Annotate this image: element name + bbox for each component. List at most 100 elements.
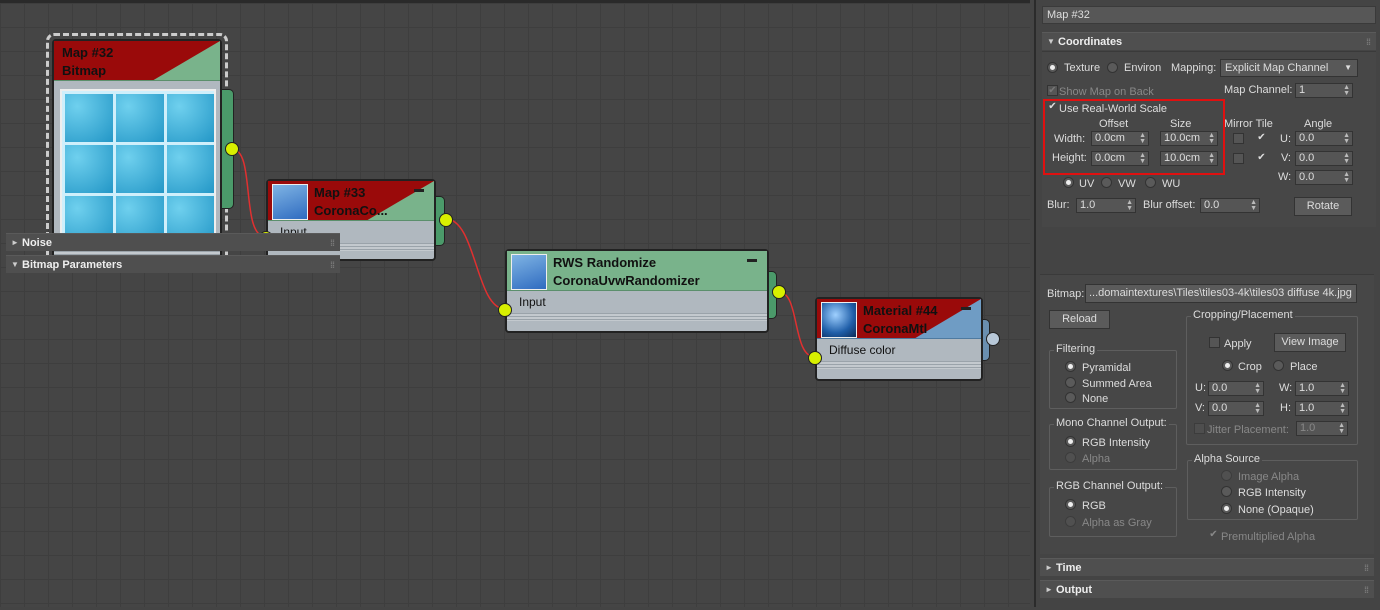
rollout-time[interactable]: ► Time ⁞⁞: [1040, 558, 1374, 576]
highlight-box: [1043, 99, 1225, 175]
node-subtitle: Bitmap: [62, 63, 107, 78]
pyramidal-radio[interactable]: [1065, 361, 1076, 372]
mono-rgb-intensity-radio[interactable]: [1065, 436, 1076, 447]
show-map-on-back-checkbox[interactable]: ✔: [1047, 85, 1058, 96]
crop-h-label: H:: [1280, 402, 1291, 414]
mapping-dropdown[interactable]: Explicit Map Channel ▼: [1220, 59, 1358, 77]
rotate-button[interactable]: Rotate: [1294, 197, 1352, 216]
angle-v-spinner[interactable]: 0.0 ▲ ▼: [1295, 151, 1353, 166]
reload-button[interactable]: Reload: [1049, 310, 1110, 329]
wire-map33-rws: [445, 218, 506, 310]
mat44-input-port[interactable]: [808, 351, 822, 365]
tile-u-checkbox[interactable]: ✔: [1256, 133, 1267, 144]
mirror-v-checkbox[interactable]: [1233, 153, 1244, 164]
wu-radio[interactable]: [1145, 177, 1156, 188]
jitter-placement-checkbox[interactable]: [1194, 423, 1205, 434]
premultiplied-alpha-checkbox[interactable]: ✔: [1208, 530, 1219, 541]
chevron-down-icon: ▼: [1344, 63, 1352, 72]
rws-input-port[interactable]: [498, 303, 512, 317]
texture-radio[interactable]: [1047, 62, 1058, 73]
node-subtitle: CoronaMtl: [863, 321, 928, 336]
input-slot: Diffuse color: [829, 343, 896, 357]
mirror-u-checkbox[interactable]: [1233, 133, 1244, 144]
apply-checkbox[interactable]: [1209, 337, 1220, 348]
rgb-radio[interactable]: [1065, 499, 1076, 510]
map-name-field[interactable]: Map #32: [1042, 6, 1376, 24]
image-alpha-radio[interactable]: [1221, 470, 1232, 481]
crop-v-label: V:: [1195, 402, 1205, 414]
collapse-arrow-icon: ▼: [1047, 37, 1055, 46]
crop-u-label: U:: [1195, 382, 1206, 394]
crop-u-spinner[interactable]: 0.0 ▲ ▼: [1208, 381, 1264, 396]
none-filter-label: None: [1082, 393, 1109, 405]
material-sphere-icon: [821, 302, 857, 338]
rgb-label: RGB: [1082, 500, 1106, 512]
alpha-as-gray-radio[interactable]: [1065, 516, 1076, 527]
map-channel-spinner[interactable]: 1 ▲ ▼: [1295, 83, 1353, 98]
jitter-spinner[interactable]: 1.0 ▲ ▼: [1296, 421, 1348, 436]
bitmap-label: Bitmap:: [1047, 288, 1085, 300]
rollout-bitmap-parameters[interactable]: ▼ Bitmap Parameters ⁞⁞: [6, 255, 340, 273]
group-label: Mono Channel Output:: [1054, 417, 1169, 429]
mat44-output-port[interactable]: [986, 332, 1000, 346]
collapse-icon[interactable]: [961, 307, 971, 310]
angle-header: Angle: [1304, 118, 1333, 130]
rollout-title: Output: [1056, 584, 1093, 596]
angle-w-spinner[interactable]: 0.0 ▲ ▼: [1295, 170, 1353, 185]
angle-u-label: U:: [1280, 133, 1291, 145]
rollout-output[interactable]: ► Output ⁞⁞: [1040, 580, 1374, 598]
summed-area-radio[interactable]: [1065, 377, 1076, 388]
view-image-button[interactable]: View Image: [1274, 333, 1346, 352]
rws-output-port[interactable]: [772, 285, 786, 299]
vw-label: VW: [1118, 178, 1136, 190]
map-thumbnail: [272, 184, 308, 220]
rollout-coordinates[interactable]: ▼ Coordinates ⁞⁞: [1042, 32, 1376, 50]
texture-label: Texture: [1064, 62, 1101, 74]
map32-output-port[interactable]: [225, 142, 239, 156]
spinner-arrows-icon: ▲ ▼: [1343, 84, 1350, 97]
crop-v-spinner[interactable]: 0.0 ▲ ▼: [1208, 401, 1264, 416]
expand-arrow-icon: ►: [11, 238, 19, 247]
node-map32[interactable]: Map #32 Bitmap: [52, 39, 222, 261]
uv-label: UV: [1079, 178, 1095, 190]
none-opaque-radio[interactable]: [1221, 503, 1232, 514]
bitmap-path-button[interactable]: ...domaintextures\Tiles\tiles03-4k\tiles…: [1085, 284, 1357, 303]
map33-output-port[interactable]: [439, 213, 453, 227]
blur-offset-spinner[interactable]: 0.0 ▲ ▼: [1200, 198, 1260, 213]
mono-alpha-radio[interactable]: [1065, 452, 1076, 463]
node-rws-randomize[interactable]: RWS Randomize CoronaUvwRandomizer Input: [505, 249, 769, 333]
uv-radio[interactable]: [1063, 177, 1074, 188]
vw-radio[interactable]: [1101, 177, 1112, 188]
node-material44[interactable]: Material #44 CoronaMtl Diffuse color: [815, 297, 983, 381]
tile-v-checkbox[interactable]: ✔: [1256, 153, 1267, 164]
alpha-rgb-intensity-radio[interactable]: [1221, 486, 1232, 497]
environ-label: Environ: [1124, 62, 1162, 74]
place-radio[interactable]: [1273, 360, 1284, 371]
node-header: Material #44 CoronaMtl: [817, 299, 981, 339]
drag-handle-icon: ⁞⁞: [1366, 37, 1371, 47]
rollout-noise[interactable]: ► Noise ⁞⁞: [6, 233, 340, 251]
summed-area-label: Summed Area: [1082, 378, 1152, 390]
wu-label: WU: [1162, 178, 1181, 190]
crop-label: Crop: [1238, 361, 1262, 373]
crop-w-label: W:: [1279, 382, 1293, 394]
collapse-icon[interactable]: [414, 189, 424, 192]
mirror-tile-header: Mirror Tile: [1224, 118, 1273, 130]
blur-spinner[interactable]: 1.0 ▲ ▼: [1076, 198, 1136, 213]
angle-u-spinner[interactable]: 0.0 ▲ ▼: [1295, 131, 1353, 146]
collapse-icon[interactable]: [747, 259, 757, 262]
alpha-rgb-intensity-label: RGB Intensity: [1238, 487, 1306, 499]
crop-h-spinner[interactable]: 1.0 ▲ ▼: [1295, 401, 1349, 416]
mono-alpha-label: Alpha: [1082, 453, 1111, 465]
none-filter-radio[interactable]: [1065, 392, 1076, 403]
crop-radio[interactable]: [1222, 360, 1233, 371]
node-title: Material #44: [863, 303, 938, 318]
drag-handle-icon: ⁞⁞: [1364, 585, 1369, 595]
environ-radio[interactable]: [1107, 62, 1118, 73]
node-editor-canvas[interactable]: Map #32 Bitmap Map #33 CoronaCo... Input…: [0, 0, 1030, 607]
mapping-value: Explicit Map Channel: [1225, 62, 1329, 74]
group-label: Cropping/Placement: [1191, 309, 1295, 321]
bitmap-preview: [60, 89, 216, 245]
input-slot: Input: [519, 295, 546, 309]
crop-w-spinner[interactable]: 1.0 ▲ ▼: [1295, 381, 1349, 396]
